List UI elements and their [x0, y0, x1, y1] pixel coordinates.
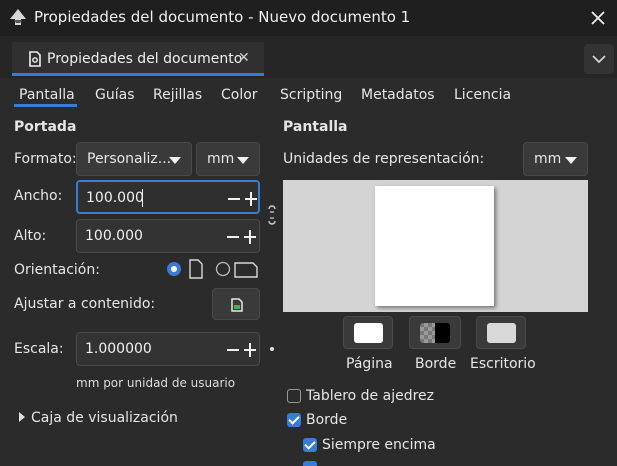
preview-page: [375, 186, 494, 306]
subtab-guias[interactable]: Guías: [95, 87, 134, 103]
checkerboard-pattern: [420, 323, 435, 343]
scale-label: Escala:: [14, 341, 64, 357]
section-title-portada: Portada: [14, 119, 77, 135]
scale-spinbox[interactable]: 1.000000: [76, 332, 260, 366]
subtab-licencia[interactable]: Licencia: [454, 87, 511, 103]
increment-icon[interactable]: [244, 343, 256, 357]
height-input[interactable]: 100.000: [85, 228, 143, 244]
scale-indicator-dot: [270, 347, 274, 351]
subtab-scripting[interactable]: Scripting: [280, 87, 342, 103]
subtab-pantalla[interactable]: Pantalla: [19, 87, 75, 103]
tab-label: Propiedades del documento: [47, 51, 243, 67]
fit-to-content-button[interactable]: [212, 288, 260, 320]
landscape-radio[interactable]: [215, 261, 231, 277]
width-spinbox[interactable]: 100.000: [76, 180, 260, 214]
desk-color-button[interactable]: [476, 316, 526, 349]
partial-checkbox[interactable]: [303, 461, 317, 466]
checkerboard-checkbox[interactable]: [287, 389, 301, 403]
page-unit-dropdown[interactable]: mm: [196, 142, 260, 176]
caret-down-icon: [169, 157, 181, 164]
checkerboard-label: Tablero de ajedrez: [306, 388, 434, 404]
close-window-icon[interactable]: [586, 6, 610, 30]
section-title-pantalla: Pantalla: [283, 119, 348, 135]
inkscape-logo-icon: [10, 9, 26, 25]
orientation-label: Orientación:: [14, 262, 100, 278]
fit-to-content-label: Ajustar a contenido:: [14, 296, 156, 312]
format-label: Formato:: [14, 151, 77, 167]
portrait-radio[interactable]: [166, 261, 182, 277]
display-units-value: mm: [534, 151, 562, 167]
always-on-top-checkbox[interactable]: [303, 438, 317, 452]
page-color-swatch: [354, 323, 383, 343]
subtab-metadatos[interactable]: Metadatos: [361, 87, 435, 103]
landscape-page-icon: [234, 262, 258, 278]
caret-down-icon: [565, 157, 577, 164]
caret-down-icon: [237, 157, 249, 164]
height-label: Alto:: [14, 228, 47, 244]
expander-arrow-icon[interactable]: [18, 411, 26, 423]
page-unit-value: mm: [207, 151, 235, 167]
desk-color-swatch: [487, 323, 516, 343]
decrement-icon[interactable]: [228, 198, 240, 200]
border-checkbox[interactable]: [287, 413, 301, 427]
decrement-icon[interactable]: [227, 349, 239, 351]
display-units-dropdown[interactable]: mm: [523, 142, 588, 176]
format-value: Personaliz...: [87, 151, 172, 167]
window-title: Propiedades del documento - Nuevo docume…: [34, 8, 411, 26]
height-spinbox[interactable]: 100.000: [76, 219, 260, 253]
tab-close-icon[interactable]: ✕: [238, 50, 250, 66]
text-cursor: [142, 189, 143, 207]
decrement-icon[interactable]: [227, 236, 239, 238]
width-input[interactable]: 100.000: [86, 190, 144, 206]
page-preview: [283, 180, 588, 312]
border-color-button[interactable]: [409, 316, 461, 349]
chevron-down-icon: [592, 55, 606, 64]
lock-chain-icon[interactable]: [266, 202, 278, 228]
border-label: Borde: [306, 412, 348, 428]
viewbox-expander-label[interactable]: Caja de visualización: [31, 410, 178, 426]
portrait-page-icon: [189, 259, 203, 279]
increment-icon[interactable]: [245, 192, 257, 206]
display-units-label: Unidades de representación:: [283, 151, 485, 167]
document-properties-icon: [29, 51, 41, 67]
active-subtab-indicator: [14, 104, 77, 107]
tabs-menu-button[interactable]: [584, 44, 614, 74]
border-color-label: Borde: [415, 356, 457, 372]
page-color-button[interactable]: [343, 316, 393, 349]
subtab-rejillas[interactable]: Rejillas: [153, 87, 202, 103]
scale-input[interactable]: 1.000000: [85, 341, 152, 357]
desk-color-label: Escritorio: [470, 356, 536, 372]
subtab-color[interactable]: Color: [221, 87, 258, 103]
scale-unit-note: mm por unidad de usuario: [76, 376, 236, 390]
format-dropdown[interactable]: Personaliz...: [76, 142, 192, 176]
fit-page-icon: [231, 298, 243, 312]
width-label: Ancho:: [14, 188, 63, 204]
page-color-label: Página: [346, 356, 393, 372]
border-color-swatch: [420, 323, 450, 343]
always-on-top-label: Siempre encima: [322, 437, 436, 453]
increment-icon[interactable]: [244, 230, 256, 244]
